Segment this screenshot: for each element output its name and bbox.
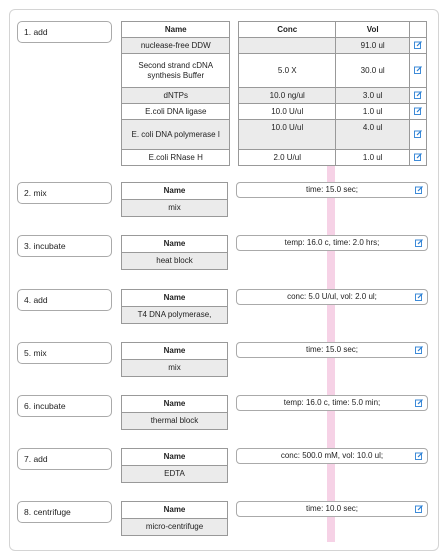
name-table: Name mix	[121, 342, 228, 377]
name-table: Name mix	[121, 182, 228, 217]
name-table: Name T4 DNA polymerase,	[121, 289, 228, 324]
step-name-value: heat block	[121, 252, 228, 270]
name-table: Name heat block	[121, 235, 228, 270]
name-table: Name thermal block	[121, 395, 228, 430]
step-params[interactable]: conc: 500.0 mM, vol: 10.0 ul;	[236, 448, 428, 464]
edit-icon[interactable]	[415, 346, 423, 354]
column-header-name: Name	[121, 501, 228, 519]
column-header-name: Name	[121, 235, 228, 253]
column-header-conc: Conc	[238, 21, 337, 38]
step-params[interactable]: temp: 16.0 c, time: 5.0 min;	[236, 395, 428, 411]
table-row: E. coli DNA polymerase I 10.0 U/ul 4.0 u…	[120, 119, 427, 150]
reagent-vol: 30.0 ul	[335, 53, 411, 88]
params-text: time: 10.0 sec;	[305, 504, 359, 513]
reagent-name: E.coli RNase H	[120, 149, 231, 166]
edit-icon[interactable]	[415, 293, 423, 301]
step-8-label[interactable]: 8. centrifuge	[17, 501, 112, 523]
name-table: Name micro-centrifuge	[121, 501, 228, 536]
step-params[interactable]: temp: 16.0 c, time: 2.0 hrs;	[236, 235, 428, 251]
step-name-value: EDTA	[121, 465, 228, 483]
params-text: conc: 500.0 mM, vol: 10.0 ul;	[280, 451, 384, 460]
edit-icon[interactable]	[415, 452, 423, 460]
params-text: temp: 16.0 c, time: 2.0 hrs;	[284, 238, 380, 247]
edit-icon[interactable]	[409, 53, 427, 88]
step-5-label[interactable]: 5. mix	[17, 342, 112, 364]
column-header-name: Name	[121, 182, 228, 200]
step-name-value: T4 DNA polymerase,	[121, 306, 228, 324]
edit-icon[interactable]	[415, 239, 423, 247]
step-2-label[interactable]: 2. mix	[17, 182, 112, 204]
column-header-name: Name	[121, 342, 228, 360]
reagent-conc: 5.0 X	[238, 53, 337, 88]
step-3-label[interactable]: 3. incubate	[17, 235, 112, 257]
table-row: dNTPs 10.0 ng/ul 3.0 ul	[120, 87, 427, 104]
column-header-name: Name	[120, 21, 231, 38]
reagent-name: E. coli DNA polymerase I	[120, 119, 231, 150]
table-row: E.coli RNase H 2.0 U/ul 1.0 ul	[120, 149, 427, 166]
params-text: time: 15.0 sec;	[305, 345, 359, 354]
edit-icon[interactable]	[409, 37, 427, 54]
reagent-vol: 91.0 ul	[335, 37, 411, 54]
step-name-value: micro-centrifuge	[121, 518, 228, 536]
step-7-label[interactable]: 7. add	[17, 448, 112, 470]
column-header-name: Name	[121, 395, 228, 413]
reagent-conc: 10.0 U/ul	[238, 119, 337, 150]
reagent-name: dNTPs	[120, 87, 231, 104]
edit-icon[interactable]	[415, 399, 423, 407]
reagent-name: nuclease-free DDW	[120, 37, 231, 54]
step-1-label[interactable]: 1. add	[17, 21, 112, 43]
reagent-conc: 10.0 U/ul	[238, 103, 337, 120]
edit-icon[interactable]	[409, 119, 427, 150]
reagent-conc	[238, 37, 337, 54]
step-6-label[interactable]: 6. incubate	[17, 395, 112, 417]
edit-icon[interactable]	[409, 87, 427, 104]
reagent-table: Name Conc Vol nuclease-free DDW 91.0 ul …	[120, 21, 427, 166]
step-4-label[interactable]: 4. add	[17, 289, 112, 311]
reagent-vol: 1.0 ul	[335, 103, 411, 120]
params-text: temp: 16.0 c, time: 5.0 min;	[283, 398, 381, 407]
step-name-value: thermal block	[121, 412, 228, 430]
step-params[interactable]: time: 15.0 sec;	[236, 342, 428, 358]
column-header-name: Name	[121, 448, 228, 466]
reagent-name: E.coli DNA ligase	[120, 103, 231, 120]
step-name-value: mix	[121, 199, 228, 217]
name-table: Name EDTA	[121, 448, 228, 483]
reagent-conc: 10.0 ng/ul	[238, 87, 337, 104]
column-header-name: Name	[121, 289, 228, 307]
reagent-conc: 2.0 U/ul	[238, 149, 337, 166]
column-header-vol: Vol	[335, 21, 411, 38]
table-row: nuclease-free DDW 91.0 ul	[120, 37, 427, 54]
table-row: Second strand cDNA synthesis Buffer 5.0 …	[120, 53, 427, 88]
edit-icon[interactable]	[409, 103, 427, 120]
step-params[interactable]: conc: 5.0 U/ul, vol: 2.0 ul;	[236, 289, 428, 305]
step-params[interactable]: time: 15.0 sec;	[236, 182, 428, 198]
reagent-vol: 4.0 ul	[335, 119, 411, 150]
edit-icon[interactable]	[409, 149, 427, 166]
reagent-name: Second strand cDNA synthesis Buffer	[120, 53, 231, 88]
params-text: conc: 5.0 U/ul, vol: 2.0 ul;	[287, 292, 377, 301]
table-row: E.coli DNA ligase 10.0 U/ul 1.0 ul	[120, 103, 427, 120]
step-name-value: mix	[121, 359, 228, 377]
reagent-vol: 3.0 ul	[335, 87, 411, 104]
step-params[interactable]: time: 10.0 sec;	[236, 501, 428, 517]
edit-icon[interactable]	[415, 186, 423, 194]
params-text: time: 15.0 sec;	[305, 185, 359, 194]
edit-icon[interactable]	[415, 505, 423, 513]
reagent-vol: 1.0 ul	[335, 149, 411, 166]
